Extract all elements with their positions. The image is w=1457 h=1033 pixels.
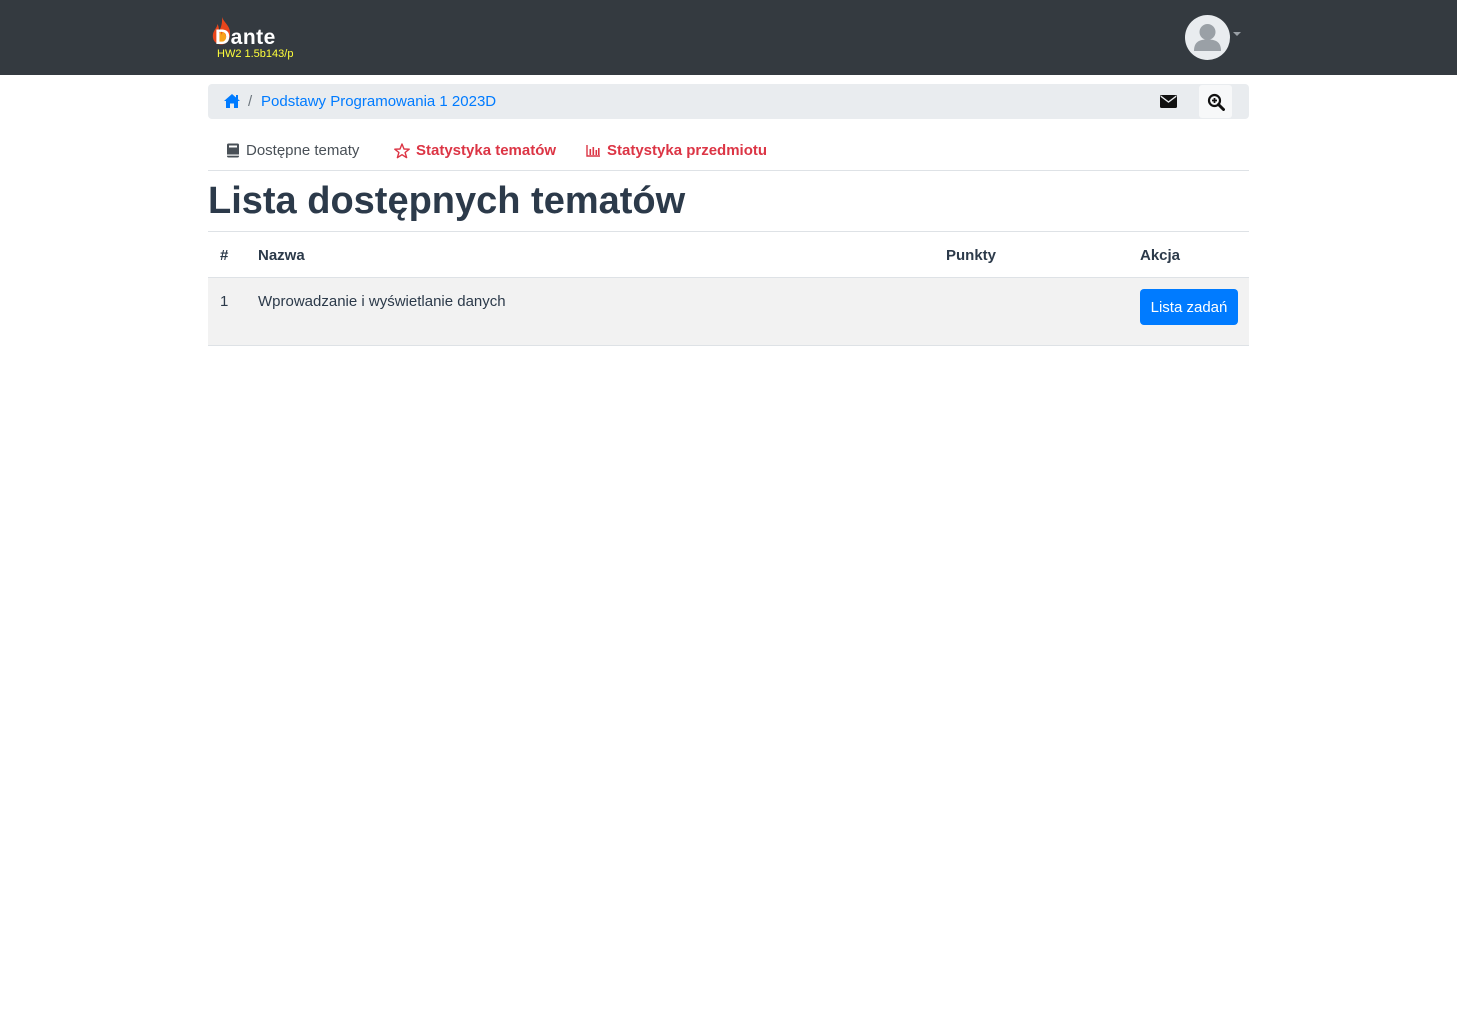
messages-button[interactable] — [1152, 85, 1185, 118]
topics-table: # Nazwa Punkty Akcja 1 Wprowadzanie i wy… — [208, 231, 1249, 346]
user-icon — [1194, 24, 1221, 51]
zoom-button[interactable] — [1199, 85, 1232, 118]
star-icon — [394, 142, 410, 158]
header-action: Akcja — [1140, 247, 1181, 264]
page-title: Lista dostępnych tematów — [208, 180, 686, 222]
breadcrumb-course-link[interactable]: Podstawy Programowania 1 2023D — [261, 93, 496, 110]
tab-label: Statystyka tematów — [416, 142, 557, 159]
tab-topic-statistics[interactable]: Statystyka tematów — [394, 142, 556, 159]
breadcrumb: / Podstawy Programowania 1 2023D — [208, 84, 1249, 119]
tab-bar: Dostępne tematy Statystyka tematów Staty… — [208, 135, 1249, 171]
table-header: # Nazwa Punkty Akcja — [208, 231, 1249, 278]
brand-version: HW2 1.5b143/p — [217, 48, 294, 60]
tab-label: Dostępne tematy — [246, 142, 360, 159]
table-row: 1 Wprowadzanie i wyświetlanie danych Lis… — [208, 278, 1249, 346]
task-list-button[interactable]: Lista zadań — [1140, 289, 1238, 325]
home-icon[interactable] — [223, 93, 241, 109]
header-number: # — [220, 247, 229, 264]
user-menu-toggle[interactable] — [1185, 15, 1245, 61]
avatar — [1185, 15, 1230, 60]
book-icon — [227, 143, 239, 158]
tab-available-topics[interactable]: Dostępne tematy — [226, 142, 359, 159]
tab-course-statistics[interactable]: Statystyka przedmiotu — [586, 142, 767, 159]
row-topic-name: Wprowadzanie i wyświetlanie danych — [258, 293, 506, 310]
envelope-icon — [1160, 95, 1177, 108]
brand-name: Dante — [215, 26, 276, 49]
header-points: Punkty — [946, 247, 997, 264]
breadcrumb-separator: / — [248, 93, 253, 110]
top-navbar: Dante HW2 1.5b143/p — [0, 0, 1457, 75]
tab-label: Statystyka przedmiotu — [607, 142, 768, 159]
caret-down-icon — [1233, 32, 1241, 36]
bar-chart-icon — [586, 145, 600, 157]
row-number: 1 — [220, 293, 229, 310]
brand-logo[interactable]: Dante HW2 1.5b143/p — [210, 14, 310, 64]
zoom-in-icon — [1207, 93, 1225, 111]
header-name: Nazwa — [258, 247, 305, 264]
